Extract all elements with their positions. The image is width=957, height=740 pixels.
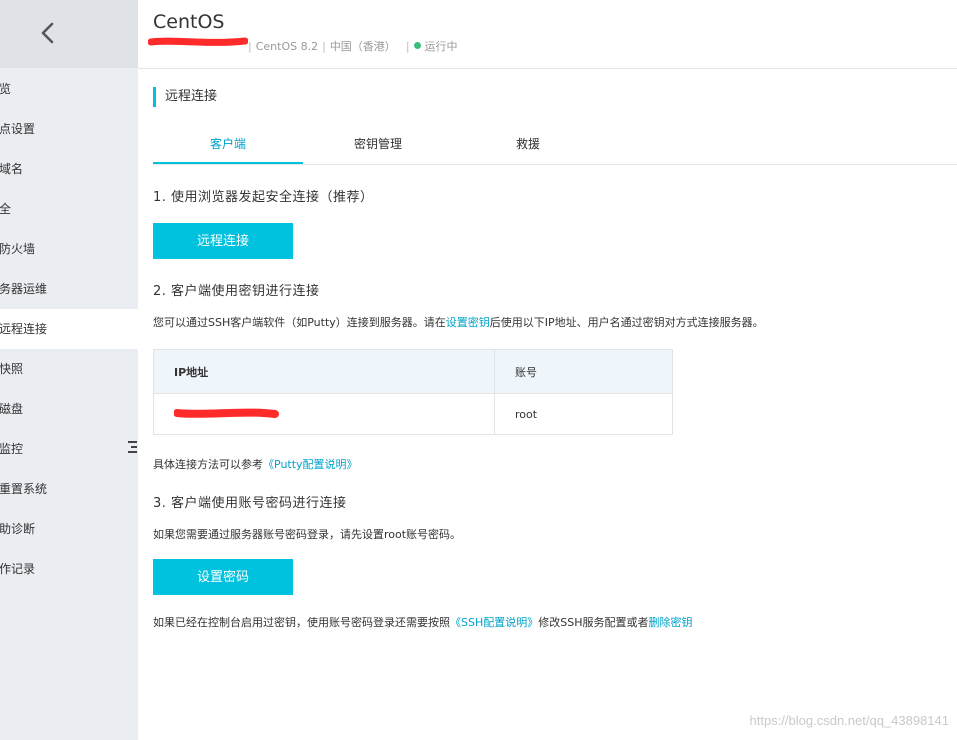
sidebar-item-label: 助诊断	[0, 522, 36, 536]
tab-client[interactable]: 客户端	[153, 128, 303, 164]
putty-reference-text: 具体连接方法可以参考	[153, 458, 263, 471]
sidebar-item-label: 域名	[0, 162, 24, 176]
step2-description: 您可以通过SSH客户端软件（如Putty）连接到服务器。请在设置密钥后使用以下I…	[153, 314, 764, 330]
redaction-mark	[173, 408, 279, 418]
status-badge: 运行中	[424, 40, 458, 53]
sidebar-item-node-settings[interactable]: 点设置	[0, 109, 138, 149]
tab-rescue[interactable]: 救援	[453, 128, 603, 164]
sidebar-item-label: 监控	[0, 442, 24, 456]
step1-title: 1. 使用浏览器发起安全连接（推荐）	[153, 190, 374, 205]
remote-connect-button[interactable]: 远程连接	[153, 223, 293, 259]
sidebar-item-label: 作记录	[0, 562, 36, 576]
step2-title: 2. 客户端使用密钥进行连接	[153, 284, 320, 299]
sidebar-item-label: 远程连接	[0, 322, 48, 336]
sidebar-item-overview[interactable]: 览	[0, 69, 138, 109]
step3-note-mid: 修改SSH服务配置或者	[538, 616, 649, 629]
chevron-left-icon[interactable]	[38, 21, 58, 45]
table-header-row: IP地址 账号	[153, 349, 673, 394]
step3-title: 3. 客户端使用账号密码进行连接	[153, 496, 347, 511]
region: 中国（香港）	[329, 40, 396, 53]
instance-header: CentOS | CentOS 8.2 | 中国（香港） | 运行中	[138, 0, 957, 69]
sidebar-item-server-ops[interactable]: 务器运维	[0, 269, 138, 309]
sidebar-item-label: 务器运维	[0, 282, 48, 296]
section-title: 远程连接	[153, 87, 217, 107]
tab-bar: 客户端 密钥管理 救援	[153, 128, 957, 165]
step3-note-text: 如果已经在控制台启用过密钥，使用账号密码登录还需要按照	[153, 616, 450, 629]
ip-cell	[153, 393, 495, 435]
sidebar-item-label: 点设置	[0, 122, 36, 136]
redaction-mark	[148, 37, 248, 46]
step2-desc-text: 您可以通过SSH客户端软件（如Putty）连接到服务器。请在	[153, 316, 446, 329]
step3-description: 如果您需要通过服务器账号密码登录，请先设置root账号密码。	[153, 528, 462, 541]
set-password-button[interactable]: 设置密码	[153, 559, 293, 595]
sidebar-item-security[interactable]: 全	[0, 189, 138, 229]
sidebar-item-reset-system[interactable]: 重置系统	[0, 469, 138, 509]
step3-note: 如果已经在控制台启用过密钥，使用账号密码登录还需要按照《SSH配置说明》修改SS…	[153, 614, 693, 630]
sidebar-item-label: 快照	[0, 362, 24, 376]
page-title: CentOS	[153, 11, 225, 33]
sidebar-item-label: 防火墙	[0, 242, 36, 256]
account-cell: root	[494, 393, 673, 435]
os-version: CentOS 8.2	[255, 40, 319, 53]
status-dot-icon	[413, 42, 421, 49]
sidebar-item-label: 览	[0, 82, 12, 96]
table-row: root	[153, 393, 673, 435]
sidebar-item-diagnosis[interactable]: 助诊断	[0, 509, 138, 549]
delete-key-link[interactable]: 删除密钥	[649, 616, 693, 629]
sidebar-item-domain[interactable]: 域名	[0, 149, 138, 189]
sidebar-item-snapshot[interactable]: 快照	[0, 349, 138, 389]
instance-subinfo: | CentOS 8.2 | 中国（香港） | 运行中	[248, 40, 458, 53]
sidebar-item-label: 磁盘	[0, 402, 24, 416]
sidebar-item-firewall[interactable]: 防火墙	[0, 229, 138, 269]
connection-info-table: IP地址 账号 root	[153, 349, 673, 435]
watermark: https://blog.csdn.net/qq_43898141	[749, 713, 950, 728]
tab-key-management[interactable]: 密钥管理	[303, 128, 453, 164]
sidebar: 览 点设置 域名 全 防火墙 务器运维 远程连接 快照 磁盘 监控 重置系统 助…	[0, 0, 138, 740]
account-column-header: 账号	[494, 349, 673, 394]
sidebar-item-operation-log[interactable]: 作记录	[0, 549, 138, 589]
ssh-config-link[interactable]: 《SSH配置说明》	[450, 616, 538, 629]
sidebar-item-disk[interactable]: 磁盘	[0, 389, 138, 429]
putty-config-link[interactable]: 《Putty配置说明》	[263, 458, 358, 471]
step2-desc-text-end: 后使用以下IP地址、用户名通过密钥对方式连接服务器。	[489, 316, 764, 329]
menu-collapse-icon[interactable]	[127, 440, 138, 454]
sidebar-header	[0, 0, 138, 68]
sidebar-item-remote-connect[interactable]: 远程连接	[0, 309, 138, 349]
sidebar-item-label: 重置系统	[0, 482, 48, 496]
ip-column-header: IP地址	[153, 349, 495, 394]
sidebar-item-label: 全	[0, 202, 12, 216]
putty-reference: 具体连接方法可以参考《Putty配置说明》	[153, 456, 358, 472]
set-key-link[interactable]: 设置密钥	[446, 316, 490, 329]
sidebar-item-monitor[interactable]: 监控	[0, 429, 138, 469]
